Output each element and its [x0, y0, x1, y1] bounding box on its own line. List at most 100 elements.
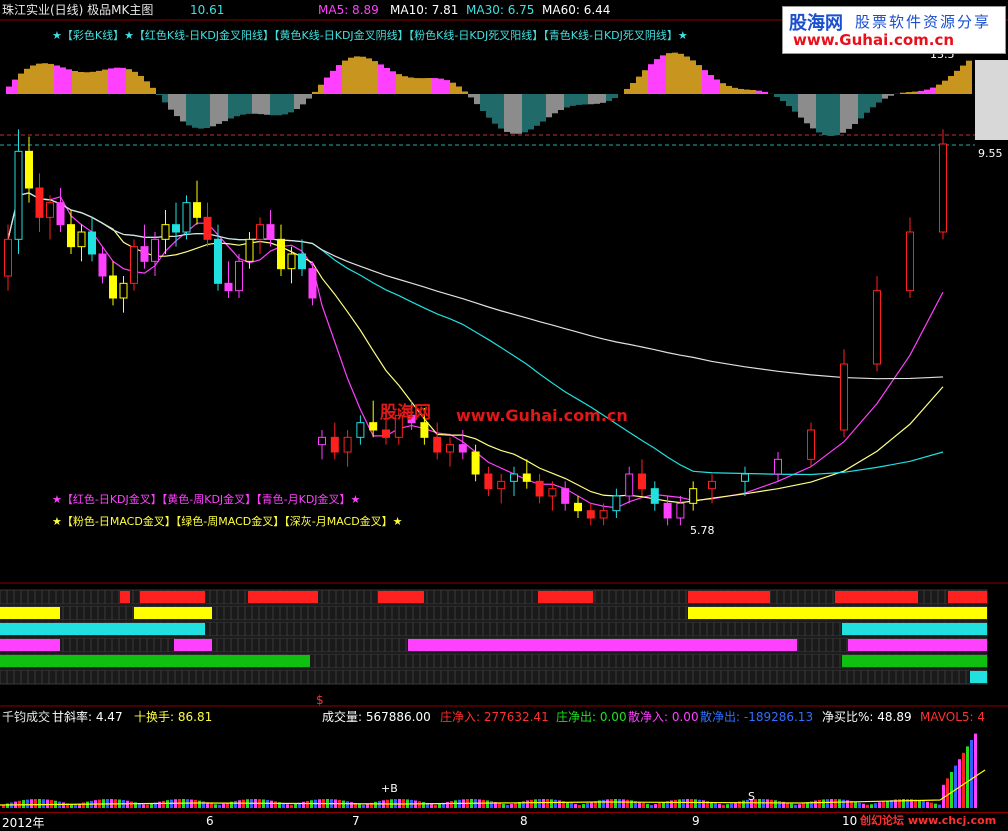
volume-bar — [658, 803, 661, 808]
turnover-value: 十换手: 86.81 — [134, 709, 212, 725]
candle-body — [36, 188, 43, 217]
osc-negative-bar — [522, 94, 528, 132]
volume-bar — [606, 799, 609, 808]
osc-negative-bar — [834, 94, 840, 135]
osc-negative-bar — [192, 94, 198, 128]
legend-kline-colors: ★【彩色K线】★【红色K线-日KDJ金叉阳线】【黄色K线-日KDJ金叉阴线】【粉… — [52, 28, 688, 44]
osc-negative-bar — [828, 94, 834, 136]
candle-body — [587, 511, 594, 518]
signal-strip-segment — [408, 639, 797, 651]
candle-body — [89, 232, 96, 254]
volume-bar — [674, 800, 677, 808]
volume-bar — [934, 804, 937, 808]
osc-positive-bar — [384, 68, 390, 94]
x-tick-8: 8 — [520, 814, 528, 828]
volume-bar — [490, 801, 493, 808]
osc-positive-bar — [444, 80, 450, 94]
osc-positive-bar — [630, 83, 636, 94]
osc-negative-bar — [498, 94, 504, 129]
osc-negative-bar — [174, 94, 180, 116]
volume-bar — [150, 804, 153, 808]
volume-bar — [546, 799, 549, 808]
volume-bar — [762, 799, 765, 808]
osc-positive-bar — [408, 78, 414, 94]
volume-bar — [862, 804, 865, 808]
osc-negative-bar — [840, 94, 846, 133]
volume-bar — [194, 800, 197, 808]
ma60-label: MA60: 6.44 — [542, 2, 610, 18]
volume-bar — [642, 803, 645, 808]
candle-body — [370, 423, 377, 430]
osc-negative-bar — [528, 94, 534, 129]
osc-positive-bar — [330, 71, 336, 94]
volume-bar — [774, 800, 777, 808]
volume-bar — [694, 799, 697, 808]
signal-strip-segment — [0, 607, 60, 619]
osc-negative-bar — [588, 94, 594, 104]
osc-positive-bar — [360, 57, 366, 94]
osc-positive-bar — [144, 81, 150, 94]
osc-positive-bar — [726, 86, 732, 94]
watermark-url: www.Guhai.com.cn — [456, 406, 628, 425]
volume-bar — [450, 801, 453, 808]
main-inflow: 庄净入: 277632.41 — [440, 709, 549, 725]
volume-bar — [722, 805, 725, 808]
x-tick-9: 9 — [692, 814, 700, 828]
osc-negative-bar — [510, 94, 516, 134]
candle-body — [246, 239, 253, 261]
osc-positive-bar — [654, 59, 660, 94]
signal-strip-segment — [948, 591, 987, 603]
volume-bar — [834, 799, 837, 808]
osc-positive-bar — [690, 60, 696, 94]
candle-body — [331, 437, 338, 452]
osc-positive-bar — [138, 76, 144, 94]
candle-body — [677, 503, 684, 518]
volume-bar — [166, 800, 169, 808]
osc-negative-bar — [864, 94, 870, 113]
volume-bar — [650, 805, 653, 808]
volume-bar — [158, 802, 161, 808]
osc-positive-bar — [912, 92, 918, 94]
sell-marker: S — [748, 790, 755, 803]
osc-negative-bar — [816, 94, 822, 132]
osc-positive-bar — [102, 70, 108, 94]
candle-body — [278, 239, 285, 268]
volume-bar — [526, 800, 529, 808]
volume-bar — [286, 804, 289, 808]
level-label: 9.55 — [978, 147, 1003, 160]
candle-body — [434, 437, 441, 452]
osc-positive-bar — [624, 89, 630, 94]
ma30-label: MA30: 6.75 — [466, 2, 534, 18]
osc-negative-bar — [876, 94, 882, 103]
osc-positive-bar — [930, 88, 936, 94]
osc-negative-bar — [504, 94, 510, 132]
osc-negative-bar — [210, 94, 216, 126]
volume-bar — [802, 803, 805, 808]
osc-positive-bar — [414, 78, 420, 94]
osc-negative-bar — [612, 94, 618, 98]
volume-bar — [234, 801, 237, 808]
volume-bar — [550, 799, 553, 808]
volume-bar — [574, 804, 577, 808]
osc-negative-bar — [258, 94, 264, 114]
osc-negative-bar — [600, 94, 606, 103]
osc-positive-bar — [714, 79, 720, 94]
osc-negative-bar — [282, 94, 288, 114]
osc-positive-bar — [318, 85, 324, 94]
candle-body — [194, 203, 201, 218]
volume-bar — [38, 799, 41, 808]
volume-bar — [306, 801, 309, 808]
volume-bar — [858, 803, 861, 808]
volume-bar — [46, 800, 49, 808]
volume-bar — [718, 804, 721, 808]
site-logo: 股海网 股票软件资源分享 www.Guhai.com.cn — [782, 6, 1006, 54]
osc-negative-bar — [306, 94, 312, 99]
osc-positive-bar — [684, 57, 690, 94]
volume-bar — [202, 801, 205, 808]
candle-body — [600, 511, 607, 518]
volume-bar — [582, 804, 585, 808]
volume-bar — [866, 805, 869, 808]
candle-body — [257, 225, 264, 240]
osc-positive-bar — [342, 61, 348, 94]
osc-positive-bar — [6, 87, 12, 94]
